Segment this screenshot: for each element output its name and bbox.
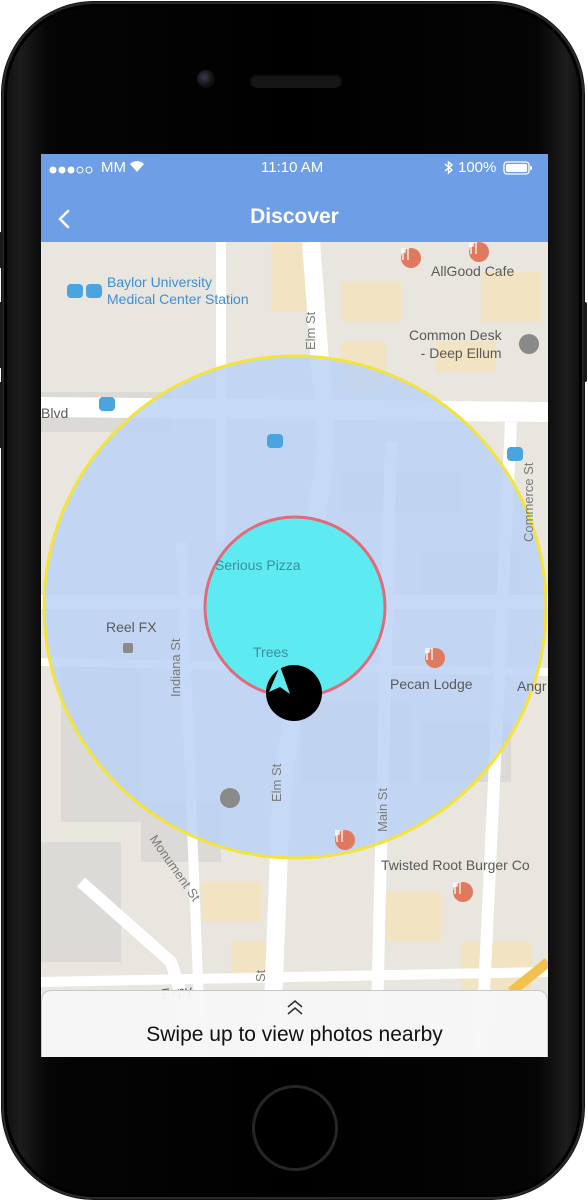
label-reel-fx[interactable]: Reel FX <box>106 619 157 635</box>
label-trees[interactable]: Trees <box>253 644 288 660</box>
front-camera <box>197 70 215 88</box>
landmark-icon <box>519 334 539 354</box>
navigation-bar: Discover <box>41 182 548 242</box>
restaurant-icon <box>401 248 421 268</box>
power-button <box>583 302 587 382</box>
swipe-hint-text: Swipe up to view photos nearby <box>146 1023 443 1046</box>
label-baylor-station[interactable]: Baylor University Medical Center Station <box>107 274 249 308</box>
label-angry[interactable]: Angr <box>517 678 547 694</box>
volume-down-button <box>0 382 3 448</box>
bus-stop-icon <box>267 434 283 448</box>
label-common-desk[interactable]: Common Desk - Deep Ellum <box>409 326 502 362</box>
page-title: Discover <box>250 205 339 228</box>
train-icon <box>67 284 83 298</box>
school-icon <box>220 788 240 808</box>
navigation-arrow-icon <box>269 666 290 694</box>
wifi-icon <box>129 160 145 177</box>
bus-stop-icon <box>507 447 523 461</box>
map-view[interactable]: Baylor University Medical Center Station… <box>41 242 548 1057</box>
street-bottom-st: St <box>253 969 268 982</box>
street-commerce-st: Commerce St <box>521 462 536 542</box>
restaurant-icon <box>453 882 473 902</box>
map-canvas <box>41 242 548 1057</box>
current-location-button[interactable] <box>266 665 322 721</box>
volume-up-button <box>0 302 3 368</box>
street-elm-st-top: Elm St <box>303 311 318 350</box>
battery-icon <box>503 161 533 179</box>
label-serious-pizza[interactable]: Serious Pizza <box>215 557 301 573</box>
label-pecan-lodge[interactable]: Pecan Lodge <box>390 676 473 692</box>
clock: 11:10 AM <box>261 159 324 176</box>
signal-dots-icon <box>49 162 97 179</box>
restaurant-icon <box>425 648 445 668</box>
building-icon <box>123 643 133 653</box>
swipe-up-panel[interactable]: Swipe up to view photos nearby <box>41 990 548 1057</box>
street-indiana-st: Indiana St <box>168 638 183 697</box>
street-main-st: Main St <box>375 787 390 832</box>
label-twisted-root[interactable]: Twisted Root Burger Co <box>381 857 530 873</box>
street-elm-st-bottom: Elm St <box>269 763 284 802</box>
app-screen: MM 11:10 AM 100% Discover Baylor Univers… <box>41 154 548 1057</box>
battery-percent: 100% <box>458 159 497 176</box>
label-blvd: Blvd <box>41 405 69 421</box>
home-button[interactable] <box>252 1085 338 1171</box>
earpiece-speaker <box>250 74 342 88</box>
bluetooth-icon <box>444 160 454 179</box>
label-allgood-cafe[interactable]: AllGood Cafe <box>431 263 514 279</box>
mute-switch <box>0 232 3 268</box>
carrier-label: MM <box>101 159 126 176</box>
restaurant-icon <box>469 242 489 262</box>
restaurant-icon <box>335 830 355 850</box>
bus-stop-icon <box>99 397 115 411</box>
status-bar: MM 11:10 AM 100% <box>41 154 548 182</box>
bus-icon <box>86 284 102 298</box>
double-chevron-up-icon <box>287 999 303 1015</box>
